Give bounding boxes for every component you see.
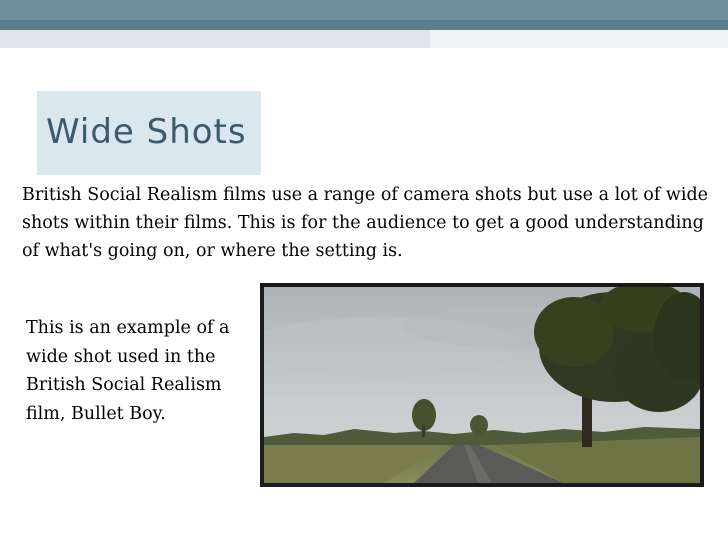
header-subband-right (430, 30, 728, 48)
header-band-shadow (0, 20, 728, 30)
image-caption: This is an example of a wide shot used i… (26, 318, 230, 424)
film-still-frame (260, 283, 704, 487)
header-subband-left (0, 30, 430, 48)
slide-body-text: British Social Realism films use a range… (22, 185, 709, 261)
film-still-image (264, 287, 700, 483)
slide-title: Wide Shots (46, 112, 247, 152)
